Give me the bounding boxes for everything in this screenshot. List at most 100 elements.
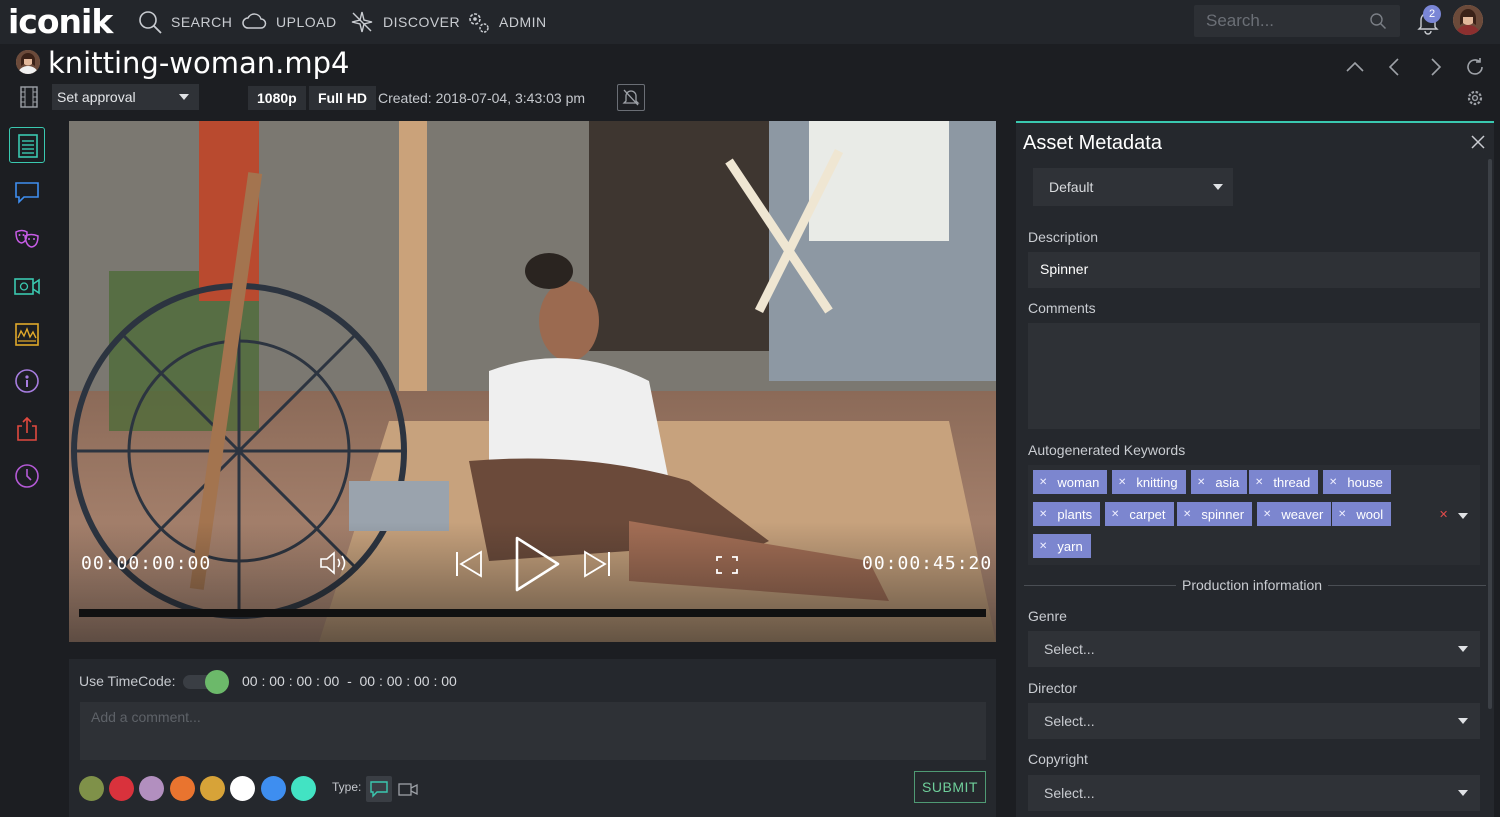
- remove-keyword-icon[interactable]: ✕: [1197, 477, 1205, 488]
- keyword-tag[interactable]: ✕ woman: [1033, 470, 1108, 494]
- approval-dropdown[interactable]: Set approval: [52, 84, 199, 110]
- chevron-left-icon[interactable]: [1384, 56, 1406, 78]
- keyword-tag[interactable]: ✕ thread: [1249, 470, 1319, 494]
- chevron-down-icon: [179, 94, 189, 100]
- remove-keyword-icon[interactable]: ✕: [1111, 509, 1119, 520]
- share-export-icon: [17, 416, 37, 441]
- type-comment-button[interactable]: [366, 776, 392, 802]
- video-player[interactable]: 00:00:00:00 00:00:45:20: [69, 121, 996, 642]
- comment-icon: [370, 781, 388, 798]
- chevron-up-icon[interactable]: [1344, 56, 1366, 78]
- submit-comment-button[interactable]: SUBMIT: [914, 771, 986, 803]
- fullscreen-icon[interactable]: [715, 555, 739, 575]
- nav-upload[interactable]: UPLOAD: [242, 6, 337, 38]
- keyword-tag[interactable]: ✕ weaver: [1257, 502, 1332, 526]
- copyright-select-value: Select...: [1044, 785, 1095, 801]
- color-swatch[interactable]: [109, 776, 134, 801]
- nav-search[interactable]: SEARCH: [137, 6, 232, 38]
- remove-keyword-icon[interactable]: ✕: [1263, 509, 1271, 520]
- step-back-icon[interactable]: [453, 549, 487, 579]
- keyword-tag[interactable]: ✕ yarn: [1033, 534, 1091, 558]
- keyword-tag[interactable]: ✕ knitting: [1112, 470, 1186, 494]
- remove-keyword-icon[interactable]: ✕: [1255, 477, 1263, 488]
- keyword-tag[interactable]: ✕ wool: [1332, 502, 1392, 526]
- color-swatch[interactable]: [200, 776, 225, 801]
- sidebar-metadata[interactable]: [9, 127, 45, 163]
- color-swatch[interactable]: [139, 776, 164, 801]
- volume-icon[interactable]: [318, 551, 350, 575]
- description-field[interactable]: Spinner: [1028, 252, 1480, 288]
- remove-keyword-icon[interactable]: ✕: [1183, 509, 1191, 520]
- color-swatch[interactable]: [230, 776, 255, 801]
- search-icon[interactable]: [1369, 12, 1387, 30]
- user-avatar[interactable]: [1453, 5, 1483, 35]
- remove-keyword-icon[interactable]: ✕: [1329, 477, 1337, 488]
- chevron-right-icon[interactable]: [1424, 56, 1446, 78]
- production-info-section-title: Production information: [1176, 577, 1329, 593]
- clear-keywords-icon[interactable]: ✕: [1439, 508, 1448, 521]
- type-video-button[interactable]: [395, 776, 421, 802]
- keyword-tag[interactable]: ✕ house: [1323, 470, 1391, 494]
- sidebar-share[interactable]: [9, 411, 45, 447]
- metadata-view-value: Default: [1049, 179, 1094, 195]
- nav-discover[interactable]: DISCOVER: [349, 6, 460, 38]
- comment-input[interactable]: [80, 702, 986, 760]
- refresh-icon[interactable]: [1464, 56, 1486, 78]
- use-timecode-toggle[interactable]: [183, 670, 231, 694]
- director-select-value: Select...: [1044, 713, 1095, 729]
- search-icon: [139, 11, 162, 34]
- keyword-label: thread: [1273, 474, 1311, 490]
- sidebar-history[interactable]: [9, 458, 45, 494]
- sidebar-proxies[interactable]: [9, 268, 45, 304]
- film-strip-icon: [20, 86, 38, 108]
- nav-admin-label: ADMIN: [499, 14, 547, 30]
- step-forward-icon[interactable]: [579, 549, 613, 579]
- director-label: Director: [1028, 680, 1078, 696]
- keyword-label: house: [1347, 474, 1383, 490]
- settings-gear-icon[interactable]: [1465, 88, 1485, 108]
- global-search-input[interactable]: [1194, 5, 1364, 37]
- color-swatch[interactable]: [261, 776, 286, 801]
- remove-keyword-icon[interactable]: ✕: [1039, 509, 1047, 520]
- keyword-tag[interactable]: ✕ plants: [1033, 502, 1101, 526]
- app-logo[interactable]: iconik: [8, 2, 113, 41]
- remove-keyword-icon[interactable]: ✕: [1338, 509, 1346, 520]
- close-icon[interactable]: [1469, 133, 1487, 151]
- comments-field[interactable]: [1028, 323, 1480, 429]
- genre-select[interactable]: Select...: [1028, 631, 1480, 667]
- sidebar-faces[interactable]: [9, 221, 45, 257]
- global-search: [1194, 5, 1400, 37]
- keyword-tag[interactable]: ✕ spinner: [1177, 502, 1253, 526]
- director-select[interactable]: Select...: [1028, 703, 1480, 739]
- nav-admin[interactable]: ADMIN: [465, 6, 547, 38]
- mute-notifications-button[interactable]: [617, 84, 645, 111]
- metadata-view-dropdown[interactable]: Default: [1033, 168, 1233, 206]
- color-swatch[interactable]: [170, 776, 195, 801]
- color-swatch[interactable]: [79, 776, 104, 801]
- remove-keyword-icon[interactable]: ✕: [1039, 477, 1047, 488]
- keyword-tag[interactable]: ✕ carpet: [1105, 502, 1174, 526]
- remove-keyword-icon[interactable]: ✕: [1039, 541, 1047, 552]
- color-swatch[interactable]: [291, 776, 316, 801]
- panel-scrollbar[interactable]: [1488, 159, 1492, 709]
- playback-progress-bar[interactable]: [79, 609, 986, 617]
- keyword-label: knitting: [1136, 474, 1178, 490]
- cloud-upload-icon: [242, 13, 267, 29]
- description-label: Description: [1028, 229, 1099, 245]
- remove-keyword-icon[interactable]: ✕: [1118, 477, 1126, 488]
- asset-metadata-panel: Asset Metadata Default Description Spinn…: [1016, 121, 1494, 817]
- nav-search-label: SEARCH: [171, 14, 233, 30]
- metadata-list-icon: [18, 134, 38, 158]
- play-icon[interactable]: [512, 535, 562, 593]
- sidebar-segments[interactable]: [9, 316, 45, 352]
- keyword-tag[interactable]: ✕ asia: [1191, 470, 1248, 494]
- sidebar-info[interactable]: [9, 363, 45, 399]
- sidebar-comments[interactable]: [9, 174, 45, 210]
- copyright-select[interactable]: Select...: [1028, 775, 1480, 811]
- use-timecode-label: Use TimeCode:: [79, 673, 176, 689]
- nav-discover-label: DISCOVER: [383, 14, 461, 30]
- keyword-label: spinner: [1201, 506, 1245, 522]
- keywords-field[interactable]: ✕ woman ✕ knitting ✕ asia ✕ thread ✕ house ✕ plants…: [1028, 465, 1480, 565]
- video-camera-icon: [14, 278, 40, 295]
- chevron-down-icon[interactable]: [1458, 513, 1468, 519]
